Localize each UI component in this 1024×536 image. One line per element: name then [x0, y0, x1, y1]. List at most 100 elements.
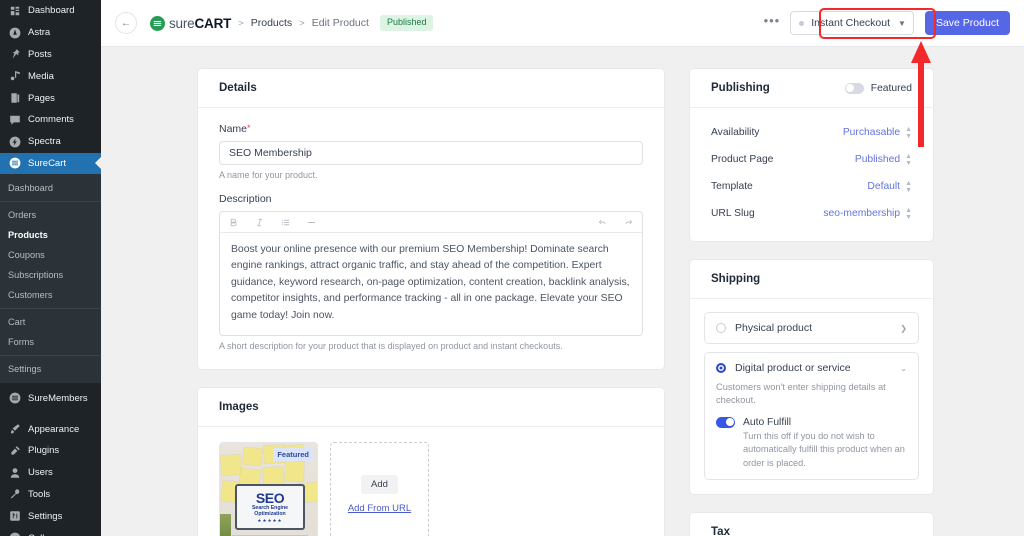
product-image-thumbnail[interactable]: Featured SEO Search Engine Optimization … — [219, 442, 318, 536]
pages-icon — [8, 92, 21, 105]
settings-icon — [8, 510, 21, 523]
auto-fulfill-toggle[interactable] — [716, 416, 735, 428]
row-value-wrapper[interactable]: seo-membership ▲ ▼ — [823, 207, 912, 221]
row-value-wrapper[interactable]: Published ▲ ▼ — [855, 153, 912, 167]
comment-icon — [8, 113, 21, 126]
breadcrumb-separator: > — [238, 17, 244, 29]
wrench-icon — [8, 488, 21, 501]
add-from-url-link[interactable]: Add From URL — [348, 503, 411, 514]
radio-digital-product[interactable] — [716, 363, 726, 373]
physical-option-label: Physical product — [735, 322, 813, 334]
more-options-button[interactable]: ••• — [754, 12, 791, 34]
row-label: Product Page — [711, 154, 774, 165]
sidebar-item-label: Pages — [28, 92, 55, 104]
status-dot-icon — [799, 20, 805, 26]
chevron-down-icon[interactable]: ⌄ — [900, 364, 907, 373]
instant-checkout-dropdown[interactable]: Instant Checkout ▼ — [790, 11, 914, 35]
plant-decoration — [220, 514, 231, 536]
surecart-logo[interactable]: sureCART — [150, 15, 231, 31]
sidebar-item-label: Collapse menu — [28, 533, 91, 536]
horizontal-rule-icon[interactable] — [307, 218, 316, 227]
chevron-right-icon[interactable]: ❯ — [900, 324, 907, 333]
sticky-note — [262, 466, 284, 486]
publishing-row-product-page[interactable]: Product Page Published ▲ ▼ — [711, 146, 912, 173]
submenu-item-customers[interactable]: Customers — [0, 285, 101, 305]
submenu-divider — [0, 308, 101, 310]
save-product-button[interactable]: Save Product — [924, 11, 1010, 35]
header-actions: ••• Instant Checkout ▼ Save Product — [754, 11, 1010, 35]
submenu-item-forms[interactable]: Forms — [0, 332, 101, 352]
sidebar-item-suremembers[interactable]: SureMembers — [0, 387, 101, 409]
shipping-option-digital[interactable]: Digital product or service ⌄ Customers w… — [704, 352, 919, 480]
submenu-item-orders[interactable]: Orders — [0, 205, 101, 225]
submenu-item-settings[interactable]: Settings — [0, 359, 101, 379]
row-value-wrapper[interactable]: Default ▲ ▼ — [867, 180, 912, 194]
sidebar-item-spectra[interactable]: Spectra — [0, 131, 101, 153]
sidebar-item-astra[interactable]: Astra — [0, 22, 101, 44]
sticky-note — [242, 447, 263, 466]
sidebar-item-tools[interactable]: Tools — [0, 484, 101, 506]
laptop-illustration: SEO Search Engine Optimization ★★★★★ — [232, 484, 308, 536]
add-image-button[interactable]: Add — [361, 475, 398, 495]
name-input[interactable] — [219, 141, 643, 165]
submenu-item-dashboard[interactable]: Dashboard — [0, 178, 101, 198]
sidebar-item-label: Tools — [28, 488, 51, 500]
left-column: Details Name* A name for your product. D… — [197, 68, 665, 536]
right-column: Publishing Featured Availability Purchas… — [689, 68, 934, 536]
brush-icon — [8, 423, 21, 436]
row-value-wrapper[interactable]: Purchasable ▲ ▼ — [843, 126, 912, 140]
radio-physical-product[interactable] — [716, 323, 726, 333]
shipping-option-physical[interactable]: Physical product ❯ — [704, 312, 919, 344]
sidebar-item-settings[interactable]: Settings — [0, 505, 101, 527]
details-card: Details Name* A name for your product. D… — [197, 68, 665, 371]
sidebar-item-appearance[interactable]: Appearance — [0, 418, 101, 440]
row-value: seo-membership — [823, 208, 901, 219]
sidebar-item-collapse-menu[interactable]: Collapse menu — [0, 527, 101, 536]
italic-icon[interactable] — [255, 218, 264, 227]
submenu-item-coupons[interactable]: Coupons — [0, 245, 101, 265]
collapse-icon — [8, 532, 21, 536]
chevron-updown-icon: ▲ ▼ — [905, 179, 912, 194]
physical-option-head: Physical product ❯ — [716, 322, 907, 334]
redo-icon[interactable] — [624, 218, 633, 227]
sidebar-item-label: Dashboard — [28, 5, 75, 17]
description-field-help: A short description for your product tha… — [219, 341, 563, 352]
list-icon[interactable] — [281, 218, 290, 227]
sidebar-item-label: Comments — [28, 114, 74, 126]
chevron-down-icon: ▼ — [898, 18, 906, 28]
submenu-item-products[interactable]: Products — [0, 225, 101, 245]
publishing-row-template[interactable]: Template Default ▲ ▼ — [711, 173, 912, 200]
add-image-box[interactable]: Add Add From URL — [330, 442, 429, 536]
laptop-screen: SEO Search Engine Optimization ★★★★★ — [235, 484, 305, 531]
surecart-submenu: Dashboard Orders Products Coupons Subscr… — [0, 174, 101, 384]
sidebar-item-pages[interactable]: Pages — [0, 87, 101, 109]
sidebar-item-posts[interactable]: Posts — [0, 44, 101, 66]
users-icon — [8, 466, 21, 479]
dashboard-icon — [8, 4, 21, 17]
sidebar-item-users[interactable]: Users — [0, 462, 101, 484]
submenu-divider — [0, 201, 101, 203]
name-field-help: A name for your product. — [219, 170, 318, 180]
breadcrumb-products[interactable]: Products — [251, 17, 292, 29]
submenu-item-subscriptions[interactable]: Subscriptions — [0, 265, 101, 285]
bold-icon[interactable] — [229, 218, 238, 227]
publishing-row-url-slug[interactable]: URL Slug seo-membership ▲ ▼ — [711, 200, 912, 227]
featured-toggle[interactable] — [844, 82, 864, 94]
sidebar-item-plugins[interactable]: Plugins — [0, 440, 101, 462]
publishing-row-availability[interactable]: Availability Purchasable ▲ ▼ — [711, 119, 912, 146]
undo-icon[interactable] — [598, 218, 607, 227]
instant-checkout-wrapper: Instant Checkout ▼ — [790, 11, 914, 35]
sidebar-item-surecart[interactable]: SureCart — [0, 152, 101, 175]
breadcrumb-edit-product: Edit Product — [311, 17, 369, 29]
sidebar-item-dashboard[interactable]: Dashboard — [0, 0, 101, 22]
submenu-divider — [0, 355, 101, 357]
description-text[interactable]: Boost your online presence with our prem… — [220, 233, 642, 335]
tax-card-title: Tax — [711, 525, 730, 536]
sidebar-item-comments[interactable]: Comments — [0, 109, 101, 131]
submenu-item-cart[interactable]: Cart — [0, 312, 101, 332]
details-card-title: Details — [198, 69, 664, 108]
featured-toggle-row[interactable]: Featured — [844, 82, 912, 94]
sidebar-item-media[interactable]: Media — [0, 65, 101, 87]
back-button[interactable]: ← — [115, 12, 137, 34]
